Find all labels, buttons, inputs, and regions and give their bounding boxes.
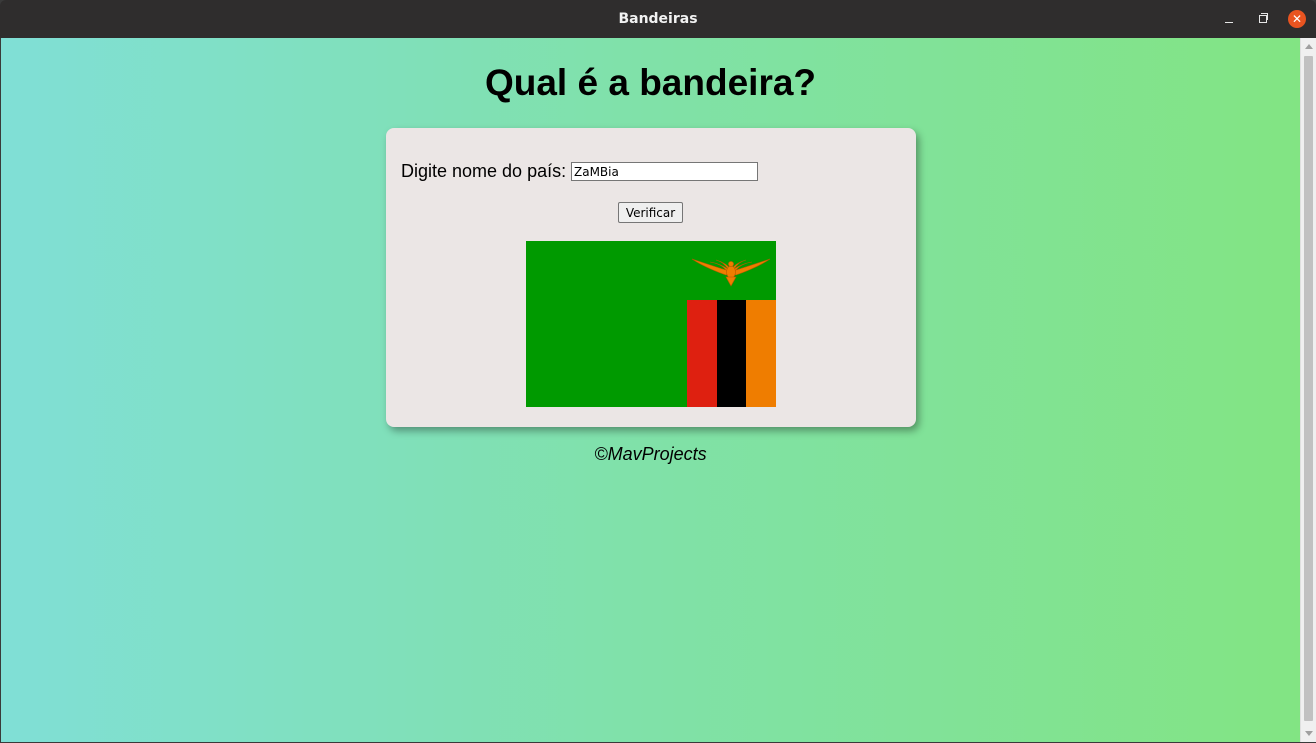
minimize-icon: [1225, 21, 1233, 23]
country-label: Digite nome do país:: [401, 161, 567, 181]
close-button[interactable]: ✕: [1288, 10, 1306, 28]
flag-red-stripe: [687, 300, 717, 407]
vertical-scrollbar[interactable]: [1300, 38, 1316, 742]
page-title: Qual é a bandeira?: [484, 62, 817, 103]
scroll-up-arrow-icon[interactable]: [1305, 44, 1313, 49]
window-titlebar: Bandeiras ✕: [0, 0, 1316, 38]
maximize-button[interactable]: [1254, 10, 1272, 28]
page-viewport: Qual é a bandeira? Digite nome do país: …: [1, 38, 1300, 742]
restore-icon: [1259, 13, 1268, 23]
minimize-button[interactable]: [1220, 10, 1238, 28]
scrollbar-thumb[interactable]: [1304, 56, 1313, 721]
flag-black-stripe: [717, 300, 746, 407]
zambia-flag-image: [526, 241, 776, 407]
verify-button[interactable]: Verificar: [618, 202, 683, 223]
close-icon: ✕: [1291, 12, 1303, 26]
scroll-down-arrow-icon[interactable]: [1305, 731, 1313, 736]
quiz-card: Digite nome do país: Verificar: [386, 128, 916, 427]
flag-orange-stripe: [746, 300, 776, 407]
window-title: Bandeiras: [618, 11, 698, 27]
footer-credit: ©MavProjects: [594, 444, 707, 464]
country-input[interactable]: [571, 162, 758, 181]
